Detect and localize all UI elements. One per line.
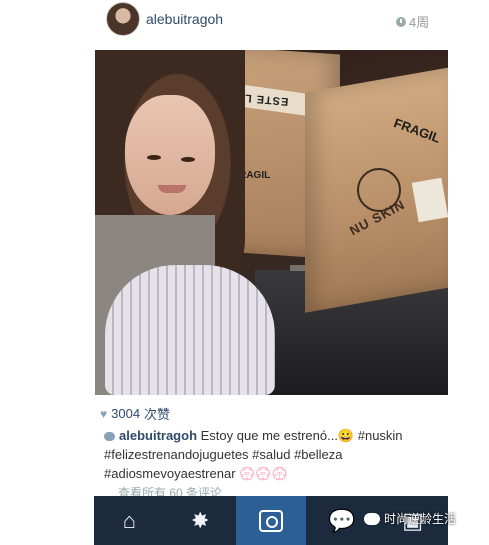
caption: alebuitragoh Estoy que me estrenó...😀 #n… — [104, 426, 434, 483]
chat-icon: 💬 — [328, 507, 356, 533]
likes-row[interactable]: ♥ 3004 次赞 — [100, 404, 170, 423]
box-sticker — [411, 177, 448, 223]
likes-suffix: 次赞 — [144, 407, 171, 422]
home-icon: ⌂ — [122, 507, 137, 533]
person-face — [125, 95, 215, 215]
watermark: 时尚逆龄生活 — [364, 510, 456, 527]
heart-icon: ♥ — [100, 406, 108, 421]
explore-icon: ✸ — [190, 507, 210, 533]
camera-icon — [258, 509, 283, 532]
person-mouth — [158, 185, 186, 193]
post-username[interactable]: alebuitragoh — [146, 11, 223, 27]
time-label: 4周 — [409, 15, 430, 30]
clock-icon — [396, 16, 406, 27]
post-photo[interactable]: ESTE LA FRAGIL FRAGIL NU SKIN — [95, 50, 448, 395]
tab-home[interactable]: ⌂ — [94, 496, 165, 545]
person-eye-left — [147, 155, 161, 160]
avatar[interactable] — [106, 2, 140, 36]
watermark-text: 时尚逆龄生活 — [384, 512, 457, 526]
person-pants — [105, 265, 275, 395]
person-eye-right — [181, 157, 195, 162]
post-time: 4周 — [396, 12, 429, 31]
view-all-comments-link[interactable]: 查看所有 60 条评论 — [118, 484, 222, 496]
likes-count: 3004 — [111, 406, 141, 421]
tab-explore[interactable]: ✸ — [165, 496, 236, 545]
wechat-icon — [364, 512, 380, 525]
caption-username[interactable]: alebuitragoh — [119, 428, 197, 443]
comment-icon — [104, 432, 115, 441]
tab-camera[interactable] — [235, 496, 307, 545]
